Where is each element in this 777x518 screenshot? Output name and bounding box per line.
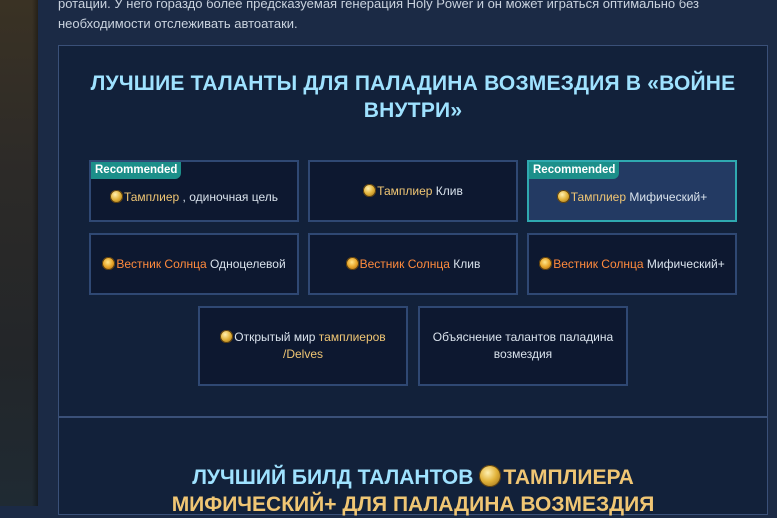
card-pre: Открытый мир <box>234 330 319 344</box>
section2-title-pre: ЛУЧШИЙ БИЛД ТАЛАНТОВ <box>192 466 474 489</box>
build-card-herald-single-target[interactable]: Вестник Солнца Одноцелевой <box>89 233 299 295</box>
build-card-herald-cleave[interactable]: Вестник Солнца Клив <box>308 233 518 295</box>
left-background-art <box>0 0 38 506</box>
card-label: Вестник Солнца Одноцелевой <box>102 256 286 273</box>
card-rest: Клив <box>432 183 463 198</box>
panel-title: ЛУЧШИЕ ТАЛАНТЫ ДЛЯ ПАЛАДИНА ВОЗМЕЗДИЯ В … <box>90 72 736 122</box>
card-label: Вестник Солнца Мифический+ <box>539 256 725 273</box>
card-highlight: Тамплиер <box>570 189 627 204</box>
card-highlight: Тамплиер <box>123 189 180 204</box>
card-rest: , одиночная цель <box>179 189 279 204</box>
herald-of-the-sun-icon <box>539 256 553 270</box>
build-card-templar-mythic-plus[interactable]: Recommended Тамплиер Мифический+ <box>527 160 737 222</box>
card-highlight: Вестник Солнца <box>359 256 450 271</box>
card-rest: Клив <box>449 256 481 271</box>
herald-of-the-sun-icon <box>345 256 359 270</box>
section2-title: ЛУЧШИЙ БИЛД ТАЛАНТОВ ТАМПЛИЕРА МИФИЧЕСКИЙ… <box>59 464 767 518</box>
section2-title-rest: МИФИЧЕСКИЙ+ ДЛЯ ПАЛАДИНА ВОЗМЕЗДИЯ <box>171 493 655 516</box>
talents-explanation-card[interactable]: Объяснение талантов паладина возмездия <box>418 306 628 386</box>
card-rest: Одноцелевой <box>206 256 286 271</box>
talents-panel: ЛУЧШИЕ ТАЛАНТЫ ДЛЯ ПАЛАДИНА ВОЗМЕЗДИЯ В … <box>58 45 768 518</box>
build-card-templar-single-target[interactable]: Recommended Тамплиер , одиночная цель <box>89 160 299 222</box>
section2-title-highlight: ТАМПЛИЕРА <box>503 466 634 489</box>
card-label: Тамплиер Клив <box>363 183 463 200</box>
card-highlight: Вестник Солнца <box>116 256 207 271</box>
card-label: Тамплиер , одиночная цель <box>109 189 279 206</box>
intro-paragraph: ротации. У него гораздо более предсказуе… <box>58 0 699 31</box>
templar-icon <box>556 189 570 203</box>
card-highlight: Вестник Солнца <box>553 256 644 271</box>
recommended-badge: Recommended <box>529 162 620 179</box>
herald-of-the-sun-icon <box>102 256 116 270</box>
templar-icon <box>479 465 502 487</box>
card-rest: Мифический+ <box>626 189 708 204</box>
card-label: Вестник Солнца Клив <box>345 256 481 273</box>
card-rest: Мифический+ <box>643 256 725 271</box>
templar-icon <box>363 183 377 197</box>
card-label: Открытый мир тамплиеров /Delves <box>208 329 398 363</box>
build-card-open-world-delves[interactable]: Открытый мир тамплиеров /Delves <box>198 306 408 386</box>
build-card-templar-cleave[interactable]: Тамплиер Клив <box>308 160 518 222</box>
build-card-herald-mythic-plus[interactable]: Вестник Солнца Мифический+ <box>527 233 737 295</box>
card-label: Объяснение талантов паладина возмездия <box>432 330 614 361</box>
card-highlight: Тамплиер <box>377 183 433 198</box>
templar-icon <box>109 189 123 203</box>
templar-icon <box>220 330 234 343</box>
card-label: Тамплиер Мифический+ <box>556 189 708 206</box>
recommended-badge: Recommended <box>91 162 182 179</box>
section-divider <box>59 416 767 418</box>
